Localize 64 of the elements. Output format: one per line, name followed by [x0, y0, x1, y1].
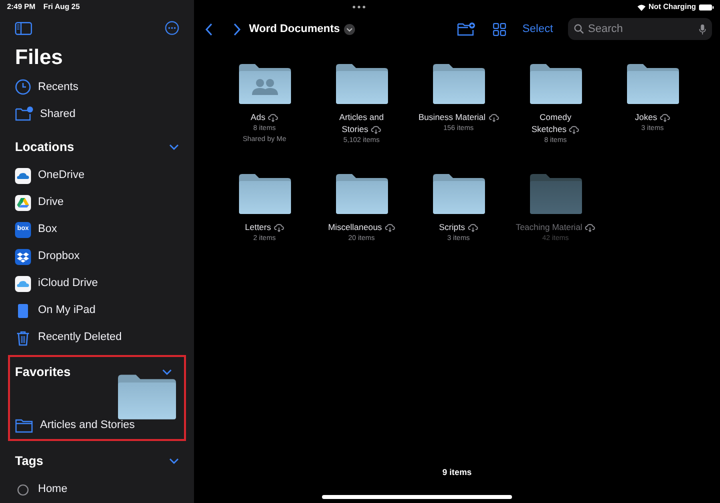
cloud-download-icon — [371, 126, 382, 134]
sidebar-toggle-icon[interactable] — [15, 22, 32, 35]
chevron-icon[interactable] — [162, 369, 172, 376]
search-icon — [574, 24, 584, 34]
cloud-app-icon — [15, 168, 31, 184]
back-icon[interactable] — [205, 22, 213, 36]
item-total: 9 items — [442, 466, 472, 479]
microphone-icon[interactable] — [699, 24, 706, 34]
folder-name[interactable]: Ads — [250, 111, 278, 123]
section-header: Tags — [15, 452, 44, 470]
search-input[interactable]: Search — [588, 20, 695, 38]
multitasking-dots-icon[interactable] — [352, 5, 366, 9]
cloud-download-icon — [384, 224, 395, 232]
search-field[interactable]: Search — [568, 18, 712, 40]
chevron-icon[interactable] — [169, 458, 179, 464]
folder-name[interactable]: Teaching Material — [516, 221, 596, 233]
sidebar-item[interactable]: Articles and Stories — [40, 417, 135, 434]
sidebar-title: Files — [14, 45, 64, 72]
triangle-app-icon — [15, 194, 31, 211]
new-folder-icon[interactable] — [457, 22, 476, 36]
sidebar-item[interactable]: Home — [38, 481, 68, 498]
section-header: Locations — [15, 138, 74, 156]
cloud-download-icon — [660, 114, 670, 122]
battery-icon — [699, 4, 714, 10]
shared-folder-icon — [15, 106, 33, 122]
grid-view-icon[interactable] — [493, 22, 506, 36]
sidebar-item[interactable]: On My iPad — [38, 302, 96, 319]
folder-name[interactable]: Articles and Stories — [339, 111, 384, 135]
cloud-download-icon — [585, 224, 596, 232]
folder-name[interactable]: Comedy Sketches — [532, 111, 580, 135]
section-header: Favorites — [15, 364, 71, 381]
forward-icon[interactable] — [233, 22, 241, 36]
folder-name[interactable]: Business Material — [418, 111, 499, 123]
sidebar-item[interactable]: Shared — [40, 106, 76, 122]
cloud-download-icon — [268, 114, 278, 122]
cloud-download-icon — [569, 126, 580, 134]
clock-icon — [15, 79, 31, 96]
sidebar-item[interactable]: Recents — [38, 79, 78, 96]
dropbox-icon — [15, 248, 31, 265]
trash-icon — [15, 330, 31, 346]
folder-name[interactable]: Letters — [245, 221, 284, 233]
select-button[interactable]: Select — [522, 20, 553, 38]
cloud-download-icon — [274, 224, 284, 232]
sidebar-item[interactable]: Recently Deleted — [38, 329, 122, 346]
folder-name[interactable]: Jokes — [634, 111, 670, 123]
sidebar-item[interactable]: Drive — [38, 194, 64, 211]
folder-icon — [15, 418, 33, 433]
tag-circle-icon — [17, 484, 29, 496]
cloud-download-icon — [468, 224, 478, 232]
cloud-app-icon — [15, 276, 31, 292]
sidebar-item[interactable]: iCloud Drive — [38, 275, 98, 292]
sidebar-item[interactable]: Dropbox — [38, 248, 80, 265]
dropdown-icon[interactable] — [344, 24, 355, 34]
wifi-icon — [636, 4, 646, 10]
folder-name[interactable]: Scripts — [439, 221, 478, 233]
more-icon[interactable] — [165, 21, 179, 36]
sidebar-item[interactable]: OneDrive — [38, 167, 84, 184]
dragged-folder-drawing — [118, 374, 176, 420]
sidebar-item[interactable]: Box — [38, 221, 57, 238]
folder-title: Word Documents — [249, 22, 340, 37]
cloud-download-icon — [488, 114, 499, 122]
folder-name[interactable]: Miscellaneous — [328, 221, 395, 233]
chevron-icon[interactable] — [169, 144, 179, 150]
tablet-icon — [15, 302, 31, 319]
